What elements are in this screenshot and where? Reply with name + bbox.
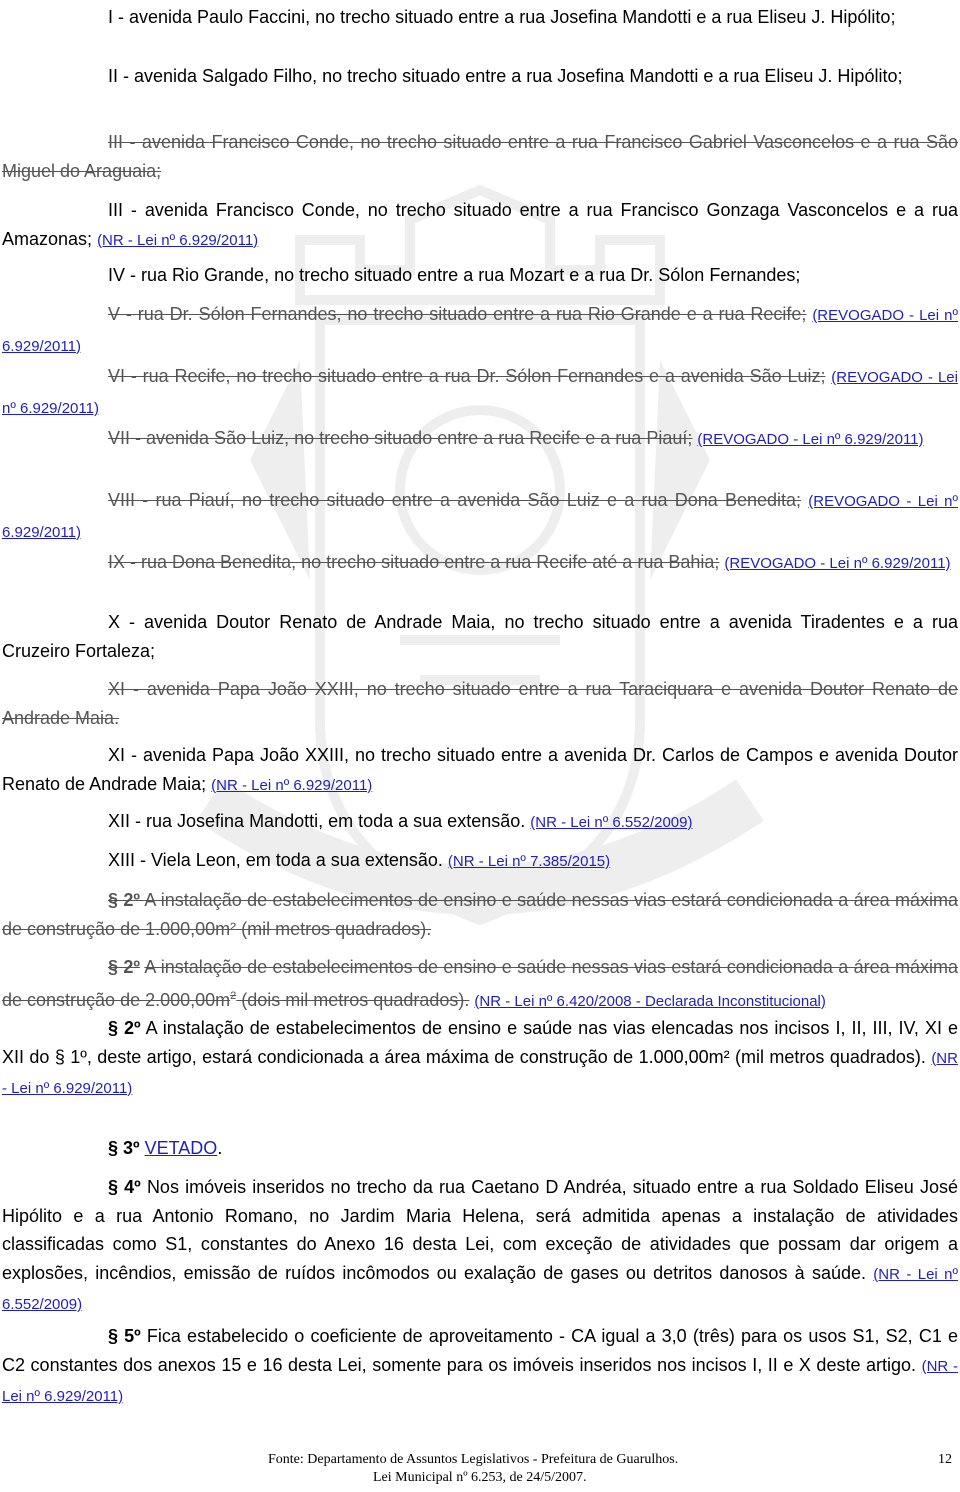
paragraph-2-old-2-text-b: (dois mil metros quadrados).: [236, 989, 470, 1010]
paragraph-2-old-1-mark: § 2º: [108, 890, 140, 910]
paragraph-3-mark: § 3º: [108, 1138, 140, 1158]
paragraph-2-old-2-mark: § 2º: [108, 957, 140, 977]
page-number: 12: [938, 1452, 952, 1467]
item-v-text: V - rua Dr. Sólon Fernandes, no trecho s…: [108, 304, 807, 324]
item-vi-text: VI - rua Recife, no trecho situado entre…: [108, 366, 826, 386]
item-xiii-ref-link[interactable]: (NR - Lei nº 7.385/2015): [448, 853, 610, 870]
item-xiii: XIII - Viela Leon, em toda a sua extensã…: [2, 846, 958, 877]
paragraph-4-mark: § 4º: [108, 1177, 141, 1197]
item-x: X - avenida Doutor Renato de Andrade Mai…: [2, 608, 958, 665]
item-ix-ref-link[interactable]: (REVOGADO - Lei nº 6.929/2011): [724, 555, 950, 572]
item-vii-ref-link[interactable]: (REVOGADO - Lei nº 6.929/2011): [697, 431, 923, 448]
item-viii-text: VIII - rua Piauí, no trecho situado entr…: [108, 490, 802, 510]
item-ii-text: II - avenida Salgado Filho, no trecho si…: [108, 66, 903, 86]
item-iii-ref-link[interactable]: (NR - Lei nº 6.929/2011): [97, 232, 258, 249]
paragraph-3: § 3º VETADO.: [2, 1134, 958, 1163]
item-xii-text: XII - rua Josefina Mandotti, em toda a s…: [108, 811, 526, 831]
item-xi-revoked: XI - avenida Papa João XXIII, no trecho …: [2, 675, 958, 732]
item-xi: XI - avenida Papa João XXIII, no trecho …: [2, 741, 958, 800]
paragraph-2-revoked-1: § 2º A instalação de estabelecimentos de…: [2, 886, 958, 943]
item-x-text: X - avenida Doutor Renato de Andrade Mai…: [2, 612, 958, 661]
paragraph-5-text: Fica estabelecido o coeficiente de aprov…: [2, 1326, 958, 1375]
item-iii: III - avenida Francisco Conde, no trecho…: [2, 196, 958, 255]
page-footer: Fonte: Departamento de Assuntos Legislat…: [0, 1452, 960, 1492]
item-i: I - avenida Paulo Faccini, no trecho sit…: [2, 3, 958, 32]
item-iii-old-text: III - avenida Francisco Conde, no trecho…: [2, 132, 958, 181]
paragraph-2: § 2º A instalação de estabelecimentos de…: [2, 1014, 958, 1104]
item-iv-text: IV - rua Rio Grande, no trecho situado e…: [108, 265, 801, 285]
paragraph-5: § 5º Fica estabelecido o coeficiente de …: [2, 1322, 958, 1412]
item-xi-ref-link[interactable]: (NR - Lei nº 6.929/2011): [211, 777, 372, 794]
paragraph-2-mark: § 2º: [108, 1018, 141, 1038]
item-xii-ref-link[interactable]: (NR - Lei nº 6.552/2009): [530, 814, 692, 831]
item-ix-text: IX - rua Dona Benedita, no trecho situad…: [108, 552, 720, 572]
item-viii: VIII - rua Piauí, no trecho situado entr…: [2, 486, 958, 547]
item-xiii-text: XIII - Viela Leon, em toda a sua extensã…: [108, 850, 443, 870]
paragraph-2-old-2-ref-link[interactable]: (NR - Lei nº 6.420/2008 - Declarada Inco…: [474, 993, 826, 1010]
item-ix: IX - rua Dona Benedita, no trecho situad…: [2, 548, 958, 579]
item-ii: II - avenida Salgado Filho, no trecho si…: [2, 62, 958, 91]
item-i-text: I - avenida Paulo Faccini, no trecho sit…: [108, 7, 896, 27]
footer-law: Lei Municipal nº 6.253, de 24/5/2007.: [373, 1470, 587, 1485]
paragraph-2-revoked-2: § 2º A instalação de estabelecimentos de…: [2, 953, 958, 1016]
paragraph-2-text: A instalação de estabelecimentos de ensi…: [2, 1018, 958, 1067]
paragraph-4: § 4º Nos imóveis inseridos no trecho da …: [2, 1173, 958, 1320]
item-xi-old-text: XI - avenida Papa João XXIII, no trecho …: [2, 679, 958, 728]
item-xii: XII - rua Josefina Mandotti, em toda a s…: [2, 807, 958, 838]
paragraph-3-tail: .: [217, 1138, 223, 1158]
item-vii: VII - avenida São Luiz, no trecho situad…: [2, 424, 958, 455]
paragraph-5-mark: § 5º: [108, 1326, 141, 1346]
item-iii-revoked: III - avenida Francisco Conde, no trecho…: [2, 128, 958, 185]
paragraph-3-vetado-link[interactable]: VETADO: [145, 1138, 218, 1158]
item-v: V - rua Dr. Sólon Fernandes, no trecho s…: [2, 300, 958, 361]
paragraph-2-old-1-text: A instalação de estabelecimentos de ensi…: [2, 890, 958, 939]
item-xi-text: XI - avenida Papa João XXIII, no trecho …: [2, 745, 958, 794]
item-vi: VI - rua Recife, no trecho situado entre…: [2, 362, 958, 423]
item-vii-text: VII - avenida São Luiz, no trecho situad…: [108, 428, 693, 448]
paragraph-4-text: Nos imóveis inseridos no trecho da rua C…: [2, 1177, 958, 1283]
item-iv: IV - rua Rio Grande, no trecho situado e…: [2, 261, 958, 290]
footer-source: Fonte: Departamento de Assuntos Legislat…: [268, 1452, 679, 1467]
